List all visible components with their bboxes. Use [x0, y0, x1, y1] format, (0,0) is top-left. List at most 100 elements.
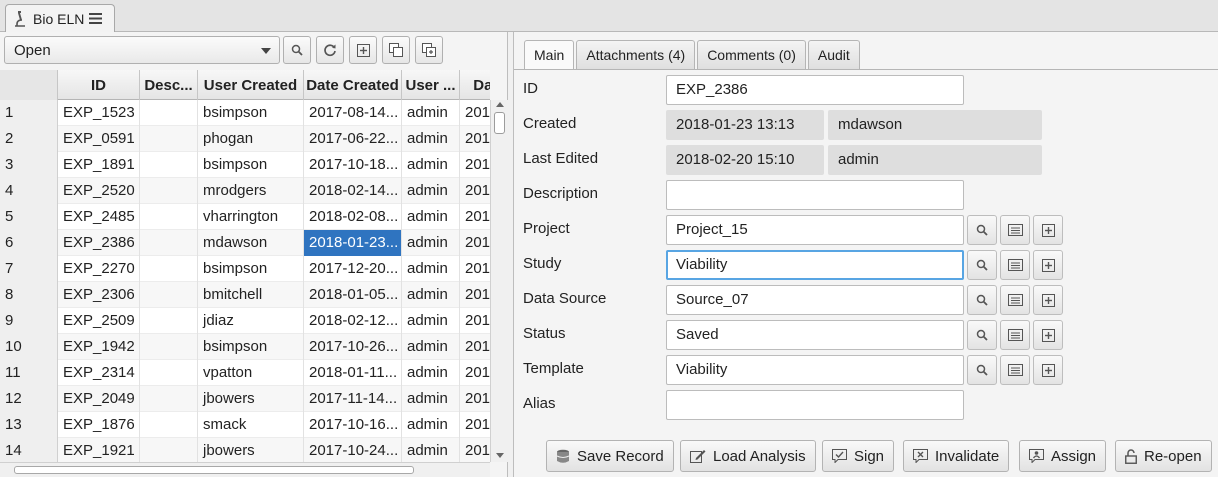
table-row[interactable]: 11 EXP_2314 vpatton 2018-01-11... admin 201	[0, 360, 490, 386]
tab-main[interactable]: Main	[524, 40, 575, 69]
cell-user-edited[interactable]: admin	[402, 100, 460, 126]
cell-id[interactable]: EXP_2485	[58, 204, 140, 230]
cell-date-edited[interactable]: 201	[460, 230, 490, 256]
cell-date-edited[interactable]: 201	[460, 204, 490, 230]
cell-id[interactable]: EXP_0591	[58, 126, 140, 152]
vertical-scrollbar[interactable]	[490, 100, 508, 462]
table-row[interactable]: 12 EXP_2049 jbowers 2017-11-14... admin 201	[0, 386, 490, 412]
cell-user-created[interactable]: bsimpson	[198, 152, 304, 178]
cell-date-created[interactable]: 2017-10-24...	[304, 438, 402, 462]
column-header-id[interactable]: ID	[58, 70, 140, 100]
cell-date-edited[interactable]: 201	[460, 438, 490, 462]
table-row[interactable]: 10 EXP_1942 bsimpson 2017-10-26... admin 201	[0, 334, 490, 360]
cell-description[interactable]	[140, 334, 198, 360]
cell-date-created[interactable]: 2018-01-11...	[304, 360, 402, 386]
cell-date-created[interactable]: 2018-02-08...	[304, 204, 402, 230]
table-row[interactable]: 4 EXP_2520 mrodgers 2018-02-14... admin 201	[0, 178, 490, 204]
cell-id[interactable]: EXP_1876	[58, 412, 140, 438]
cell-date-created[interactable]: 2017-06-22...	[304, 126, 402, 152]
sign-button[interactable]: Sign	[822, 440, 895, 472]
app-tab[interactable]: Bio ELN	[5, 4, 115, 32]
scroll-up-icon[interactable]	[496, 102, 504, 107]
project-browse-button[interactable]	[1000, 215, 1030, 245]
cell-user-created[interactable]: mrodgers	[198, 178, 304, 204]
cell-id[interactable]: EXP_2509	[58, 308, 140, 334]
alias-field[interactable]	[666, 390, 964, 420]
cell-user-edited[interactable]: admin	[402, 438, 460, 462]
template-browse-button[interactable]	[1000, 355, 1030, 385]
cell-date-created[interactable]: 2017-10-16...	[304, 412, 402, 438]
cell-date-edited[interactable]: 201	[460, 126, 490, 152]
cell-user-edited[interactable]: admin	[402, 152, 460, 178]
cell-date-edited[interactable]: 201	[460, 386, 490, 412]
cell-description[interactable]	[140, 308, 198, 334]
cell-user-created[interactable]: jdiaz	[198, 308, 304, 334]
table-row[interactable]: 13 EXP_1876 smack 2017-10-16... admin 201	[0, 412, 490, 438]
table-row[interactable]: 2 EXP_0591 phogan 2017-06-22... admin 201	[0, 126, 490, 152]
column-header-date-created[interactable]: Date Created	[304, 70, 402, 100]
cell-user-edited[interactable]: admin	[402, 386, 460, 412]
cell-user-created[interactable]: mdawson	[198, 230, 304, 256]
tab-audit[interactable]: Audit	[807, 40, 860, 69]
cell-description[interactable]	[140, 282, 198, 308]
invalidate-button[interactable]: Invalidate	[903, 440, 1010, 472]
cell-user-edited[interactable]: admin	[402, 308, 460, 334]
study-add-button[interactable]	[1033, 250, 1063, 280]
cell-date-edited[interactable]: 201	[460, 412, 490, 438]
add-record-button[interactable]	[349, 36, 377, 64]
scroll-down-icon[interactable]	[496, 453, 504, 458]
hscroll-thumb[interactable]	[14, 466, 414, 474]
copy-button[interactable]	[382, 36, 410, 64]
cell-id[interactable]: EXP_1523	[58, 100, 140, 126]
table-row[interactable]: 7 EXP_2270 bsimpson 2017-12-20... admin 201	[0, 256, 490, 282]
table-row[interactable]: 5 EXP_2485 vharrington 2018-02-08... admin 20…	[0, 204, 490, 230]
refresh-button[interactable]	[316, 36, 344, 64]
project-field[interactable]: Project_15	[666, 215, 964, 245]
cell-user-created[interactable]: smack	[198, 412, 304, 438]
status-browse-button[interactable]	[1000, 320, 1030, 350]
cell-date-created[interactable]: 2018-01-05...	[304, 282, 402, 308]
cell-id[interactable]: EXP_2306	[58, 282, 140, 308]
cell-date-created[interactable]: 2017-10-26...	[304, 334, 402, 360]
cell-date-edited[interactable]: 201	[460, 334, 490, 360]
hamburger-icon[interactable]	[89, 13, 103, 24]
assign-button[interactable]: Assign	[1019, 440, 1107, 472]
cell-date-created[interactable]: 2018-01-23...	[304, 230, 402, 256]
cell-user-created[interactable]: jbowers	[198, 386, 304, 412]
table-row[interactable]: 6 EXP_2386 mdawson 2018-01-23... admin 201	[0, 230, 490, 256]
cell-description[interactable]	[140, 178, 198, 204]
cell-user-edited[interactable]: admin	[402, 256, 460, 282]
search-button[interactable]	[283, 36, 311, 64]
table-row[interactable]: 9 EXP_2509 jdiaz 2018-02-12... admin 201	[0, 308, 490, 334]
cell-description[interactable]	[140, 230, 198, 256]
column-header-date-edited[interactable]: Date	[460, 70, 490, 100]
study-lookup-button[interactable]	[967, 250, 997, 280]
template-field[interactable]: Viability	[666, 355, 964, 385]
cell-date-created[interactable]: 2017-12-20...	[304, 256, 402, 282]
cell-id[interactable]: EXP_2520	[58, 178, 140, 204]
cell-id[interactable]: EXP_2270	[58, 256, 140, 282]
horizontal-scrollbar[interactable]	[0, 462, 490, 477]
cell-user-edited[interactable]: admin	[402, 178, 460, 204]
cell-date-edited[interactable]: 201	[460, 152, 490, 178]
table-row[interactable]: 3 EXP_1891 bsimpson 2017-10-18... admin 201	[0, 152, 490, 178]
status-filter-select[interactable]: Open	[4, 36, 280, 64]
cell-user-edited[interactable]: admin	[402, 360, 460, 386]
cell-user-created[interactable]: vharrington	[198, 204, 304, 230]
cell-user-created[interactable]: jbowers	[198, 438, 304, 462]
cell-description[interactable]	[140, 152, 198, 178]
cell-user-created[interactable]: bsimpson	[198, 256, 304, 282]
cell-description[interactable]	[140, 256, 198, 282]
status-field[interactable]: Saved	[666, 320, 964, 350]
duplicate-button[interactable]	[415, 36, 443, 64]
cell-user-edited[interactable]: admin	[402, 126, 460, 152]
tab-comments[interactable]: Comments (0)	[697, 40, 806, 69]
cell-user-created[interactable]: bsimpson	[198, 100, 304, 126]
cell-id[interactable]: EXP_2314	[58, 360, 140, 386]
cell-user-edited[interactable]: admin	[402, 230, 460, 256]
description-field[interactable]	[666, 180, 964, 210]
table-row[interactable]: 8 EXP_2306 bmitchell 2018-01-05... admin 201	[0, 282, 490, 308]
cell-date-created[interactable]: 2018-02-14...	[304, 178, 402, 204]
study-field[interactable]: Viability	[666, 250, 964, 280]
cell-user-created[interactable]: bmitchell	[198, 282, 304, 308]
